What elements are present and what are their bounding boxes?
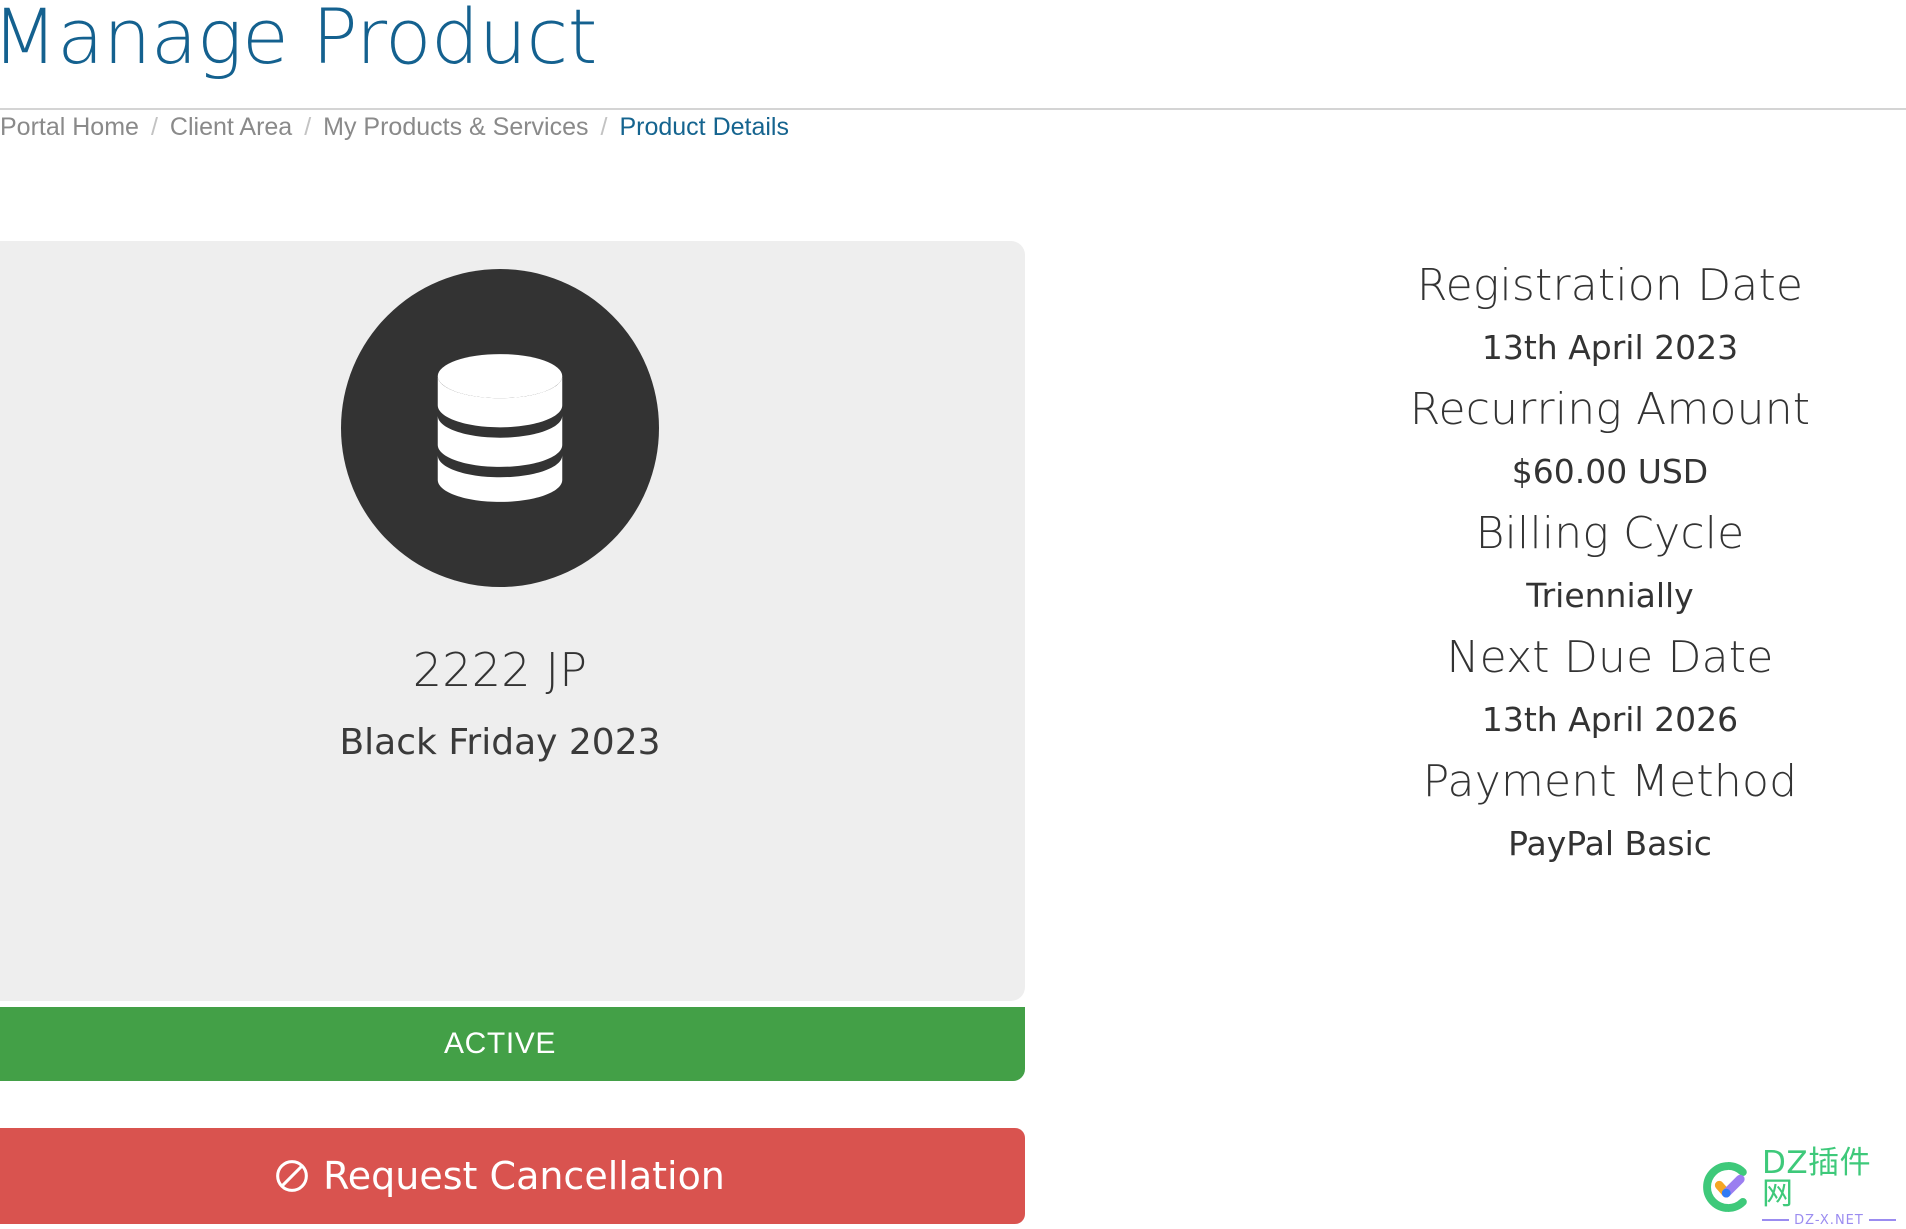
- breadcrumb-separator: /: [304, 113, 312, 141]
- ban-icon: [275, 1159, 309, 1193]
- detail-value-next-due-date: 13th April 2026: [1481, 700, 1739, 739]
- detail-label-billing-cycle: Billing Cycle: [1475, 508, 1745, 559]
- detail-value-payment-method: PayPal Basic: [1508, 824, 1712, 863]
- breadcrumb: Portal Home / Client Area / My Products …: [0, 110, 789, 144]
- breadcrumb-item-client-area[interactable]: Client Area: [170, 110, 292, 144]
- product-summary-card: 2222 JP Black Friday 2023: [0, 241, 1025, 1001]
- detail-value-recurring-amount: $60.00 USD: [1511, 452, 1709, 491]
- breadcrumb-separator: /: [600, 113, 608, 141]
- detail-label-registration-date: Registration Date: [1416, 260, 1804, 311]
- watermark-main-text: DZ插件网: [1762, 1144, 1872, 1212]
- breadcrumb-separator: /: [150, 113, 158, 141]
- watermark-rule-right: [1868, 1219, 1896, 1221]
- watermark: DZ插件网 DZ-X.NET: [1700, 1147, 1896, 1227]
- watermark-rule-left: [1762, 1219, 1790, 1221]
- detail-label-next-due-date: Next Due Date: [1446, 632, 1774, 683]
- check-circle-logo-icon: [1700, 1159, 1756, 1215]
- breadcrumb-item-portal-home[interactable]: Portal Home: [0, 110, 139, 144]
- request-cancellation-button[interactable]: Request Cancellation: [0, 1128, 1025, 1224]
- product-name: 2222 JP: [412, 643, 588, 697]
- product-group-name: Black Friday 2023: [339, 722, 661, 763]
- watermark-text: DZ插件网 DZ-X.NET: [1762, 1144, 1896, 1227]
- page-header: Manage Product: [0, 0, 1906, 86]
- status-badge: ACTIVE: [0, 1007, 1025, 1081]
- watermark-sub-text: DZ-X.NET: [1794, 1212, 1864, 1228]
- detail-label-payment-method: Payment Method: [1422, 756, 1798, 807]
- page-title: Manage Product: [0, 0, 597, 81]
- detail-label-recurring-amount: Recurring Amount: [1409, 384, 1811, 435]
- request-cancellation-label: Request Cancellation: [323, 1154, 725, 1198]
- detail-value-billing-cycle: Triennially: [1526, 576, 1694, 615]
- watermark-sub-row: DZ-X.NET: [1762, 1214, 1896, 1227]
- detail-value-registration-date: 13th April 2023: [1481, 328, 1739, 367]
- product-details-panel: Registration Date 13th April 2023 Recurr…: [1180, 255, 1906, 875]
- breadcrumb-item-product-details[interactable]: Product Details: [619, 110, 789, 144]
- database-icon: [341, 269, 659, 587]
- breadcrumb-item-my-products-services[interactable]: My Products & Services: [323, 110, 588, 144]
